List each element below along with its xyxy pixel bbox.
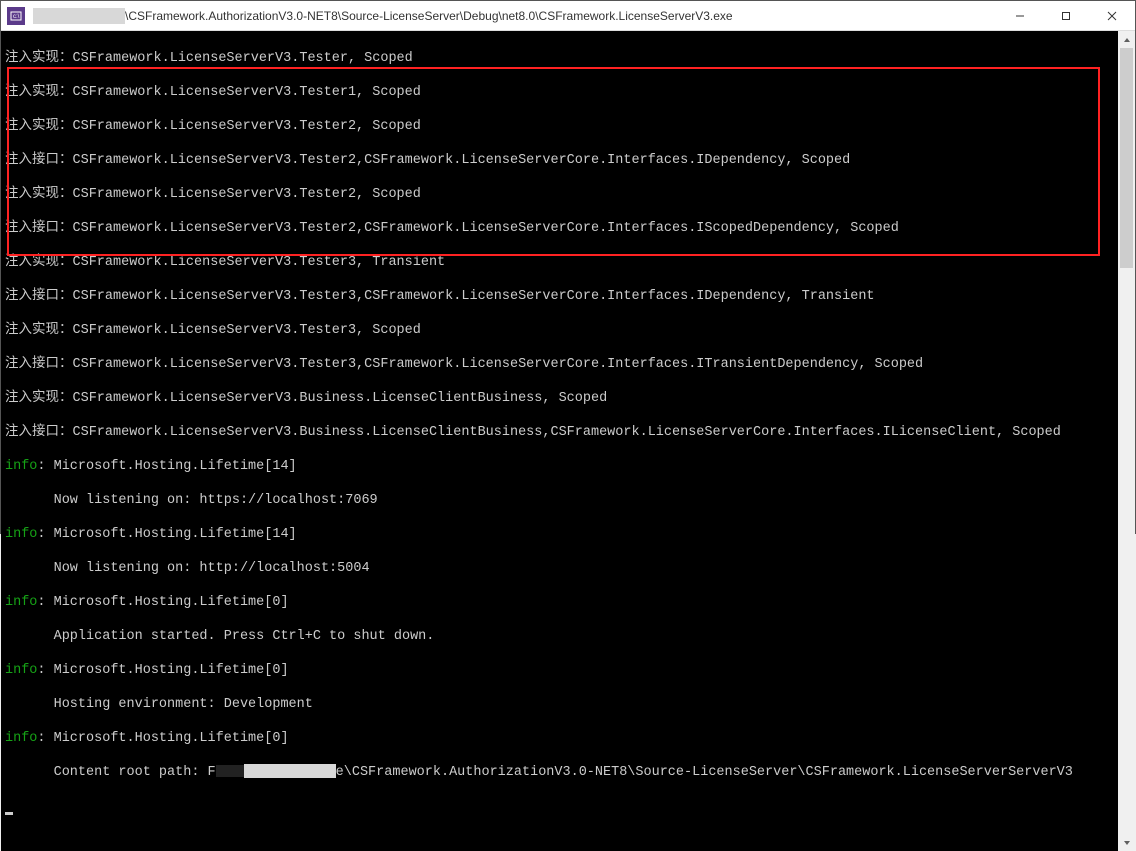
window-title: \CSFramework.AuthorizationV3.0-NET8\Sour…: [125, 9, 733, 23]
log-line: 注入实现：CSFramework.LicenseServerV3.Tester3…: [5, 322, 1114, 339]
root-letter: F: [208, 765, 216, 780]
log-line: 注入实现：CSFramework.LicenseServerV3.Busines…: [5, 390, 1114, 407]
log-line: 注入实现：CSFramework.LicenseServerV3.Tester1…: [5, 84, 1114, 101]
log-line: info: Microsoft.Hosting.Lifetime[0]: [5, 662, 1114, 679]
info-label: info: [5, 663, 37, 678]
log-line: Hosting environment: Development: [5, 696, 1114, 713]
log-line: 注入实现：CSFramework.LicenseServerV3.Tester,…: [5, 50, 1114, 67]
svg-text:c:\: c:\: [13, 14, 20, 20]
maximize-button[interactable]: [1043, 1, 1089, 31]
log-text: : Microsoft.Hosting.Lifetime[14]: [37, 459, 296, 474]
path-redacted: [244, 764, 336, 778]
scroll-down-button[interactable]: [1118, 834, 1135, 851]
log-line: 注入接口：CSFramework.LicenseServerV3.Busines…: [5, 424, 1114, 441]
log-line: 注入实现：CSFramework.LicenseServerV3.Tester3…: [5, 254, 1114, 271]
log-line: 注入接口：CSFramework.LicenseServerV3.Tester3…: [5, 288, 1114, 305]
log-line: info: Microsoft.Hosting.Lifetime[14]: [5, 526, 1114, 543]
log-line: info: Microsoft.Hosting.Lifetime[0]: [5, 594, 1114, 611]
log-line: 注入实现：CSFramework.LicenseServerV3.Tester2…: [5, 186, 1114, 203]
log-text: : Microsoft.Hosting.Lifetime[0]: [37, 595, 288, 610]
info-label: info: [5, 731, 37, 746]
log-text: : Microsoft.Hosting.Lifetime[14]: [37, 527, 296, 542]
log-line: info: Microsoft.Hosting.Lifetime[14]: [5, 458, 1114, 475]
log-line: Application started. Press Ctrl+C to shu…: [5, 628, 1114, 645]
root-prefix: Content root path:: [5, 765, 208, 780]
console-window: c:\ \CSFramework.AuthorizationV3.0-NET8\…: [0, 0, 1136, 534]
app-icon: c:\: [7, 7, 25, 25]
info-label: info: [5, 459, 37, 474]
titlebar[interactable]: c:\ \CSFramework.AuthorizationV3.0-NET8\…: [1, 1, 1135, 31]
title-redacted: [33, 8, 125, 24]
log-line: 注入接口：CSFramework.LicenseServerV3.Tester2…: [5, 152, 1114, 169]
info-label: info: [5, 595, 37, 610]
close-button[interactable]: [1089, 1, 1135, 31]
path-redacted: [216, 765, 244, 777]
log-line: info: Microsoft.Hosting.Lifetime[0]: [5, 730, 1114, 747]
log-line: 注入实现：CSFramework.LicenseServerV3.Tester2…: [5, 118, 1114, 135]
log-text: : Microsoft.Hosting.Lifetime[0]: [37, 731, 288, 746]
log-text: : Microsoft.Hosting.Lifetime[0]: [37, 663, 288, 678]
cursor-line: [5, 798, 1114, 815]
console-output[interactable]: 注入实现：CSFramework.LicenseServerV3.Tester,…: [1, 31, 1118, 851]
log-line: 注入接口：CSFramework.LicenseServerV3.Tester3…: [5, 356, 1114, 373]
minimize-button[interactable]: [997, 1, 1043, 31]
log-line: Content root path: Fe\CSFramework.Author…: [5, 764, 1114, 781]
scroll-track[interactable]: [1118, 48, 1135, 834]
vertical-scrollbar[interactable]: [1118, 31, 1135, 851]
scroll-thumb[interactable]: [1120, 48, 1133, 268]
console-area: 注入实现：CSFramework.LicenseServerV3.Tester,…: [1, 31, 1135, 851]
info-label: info: [5, 527, 37, 542]
log-line: 注入接口：CSFramework.LicenseServerV3.Tester2…: [5, 220, 1114, 237]
scroll-up-button[interactable]: [1118, 31, 1135, 48]
log-line: Now listening on: http://localhost:5004: [5, 560, 1114, 577]
root-suffix: e\CSFramework.AuthorizationV3.0-NET8\Sou…: [336, 765, 1073, 780]
log-line: Now listening on: https://localhost:7069: [5, 492, 1114, 509]
cursor: [5, 812, 13, 815]
